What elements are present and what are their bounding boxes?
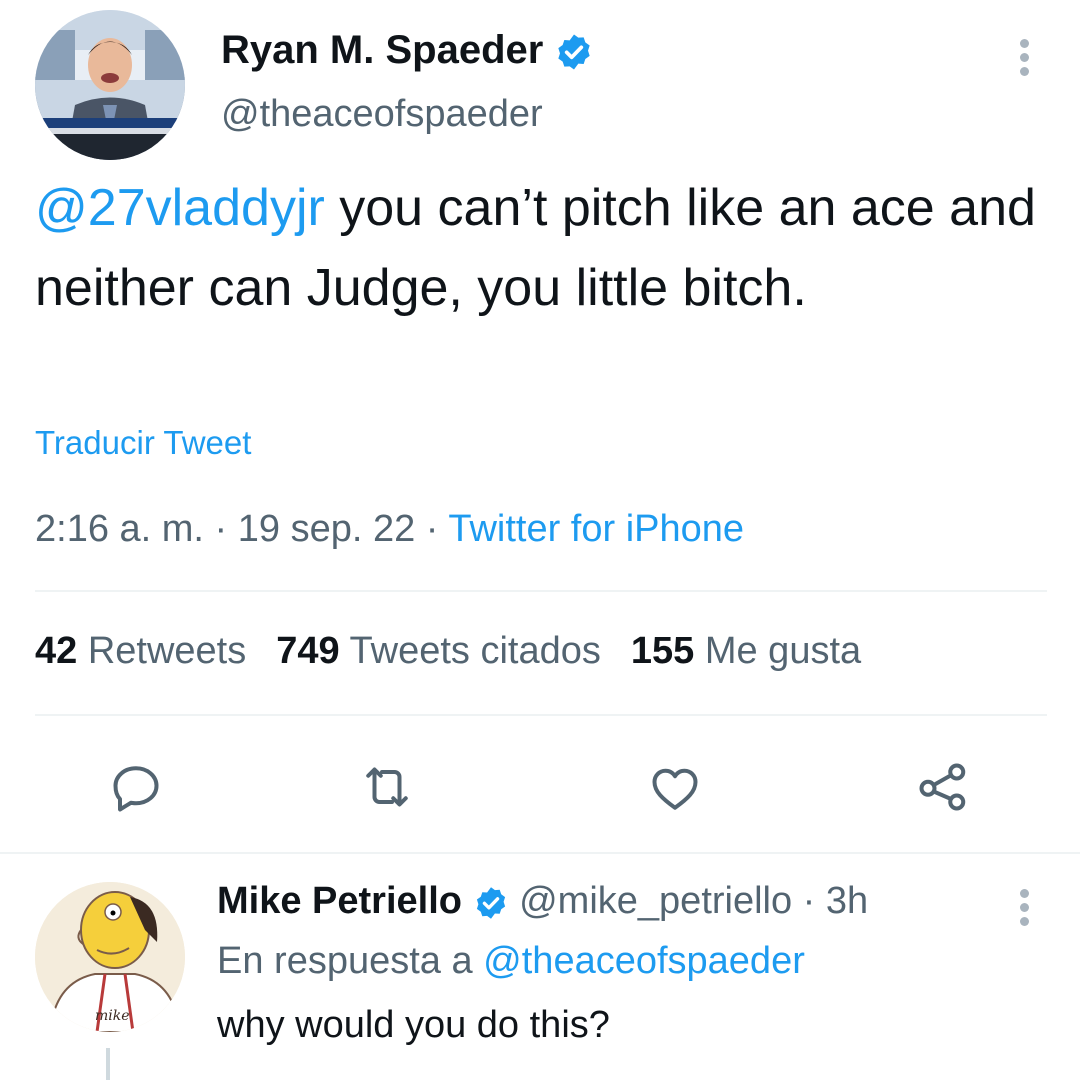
section-divider (0, 852, 1080, 854)
avatar-cartoon: mike (35, 882, 185, 1032)
reply-author-avatar[interactable]: mike (35, 882, 185, 1032)
retweets-stat[interactable]: 42 Retweets (35, 630, 246, 672)
author-name[interactable]: Ryan M. Spaeder (221, 28, 543, 72)
reply-icon (113, 766, 159, 812)
share-icon (919, 763, 966, 811)
thread-line (106, 1048, 110, 1080)
retweet-button[interactable] (357, 757, 417, 817)
tweet-stats: 42 Retweets 749 Tweets citados 155 Me gust… (35, 630, 861, 673)
tweet-source-link[interactable]: Twitter for iPhone (448, 508, 744, 550)
replying-to: En respuesta a @theaceofspaeder (217, 940, 805, 982)
quote-tweets-stat[interactable]: 749 Tweets citados (276, 630, 601, 672)
divider (35, 714, 1047, 716)
avatar-photo (35, 10, 185, 160)
author-name-row[interactable]: Ryan M. Spaeder (221, 28, 594, 73)
retweet-icon (366, 767, 408, 807)
tweet-meta: 2:16 a. m. · 19 sep. 22 · Twitter for iP… (35, 508, 745, 550)
avatar-signature: mike (95, 1008, 130, 1024)
verified-badge-icon (476, 887, 505, 919)
tweet-body: @27vladdyjr you can’t pitch like an ace … (35, 168, 1045, 328)
divider (35, 590, 1047, 592)
reply-text: why would you do this? (217, 1004, 610, 1046)
tweet-time[interactable]: 2:16 a. m. (35, 508, 204, 550)
reply-button[interactable] (106, 757, 166, 817)
reply-time[interactable]: 3h (826, 880, 868, 922)
author-handle[interactable]: @theaceofspaeder (221, 93, 543, 136)
reply-author-handle[interactable]: @mike_petriello (519, 880, 792, 922)
reply-author-name[interactable]: Mike Petriello (217, 880, 462, 922)
mention-link[interactable]: @27vladdyjr (35, 179, 325, 237)
like-button[interactable] (645, 757, 705, 817)
like-icon (652, 768, 698, 810)
author-avatar[interactable] (35, 10, 185, 160)
tweet-date[interactable]: 19 sep. 22 (238, 508, 415, 550)
replying-to-handle-link[interactable]: @theaceofspaeder (483, 940, 805, 982)
likes-stat[interactable]: 155 Me gusta (631, 630, 861, 672)
reply-header: Mike Petriello @mike_petriello · 3h (217, 880, 869, 922)
reply-more-options-icon[interactable] (1009, 884, 1039, 931)
translate-tweet-link[interactable]: Traducir Tweet (35, 424, 251, 462)
more-options-icon[interactable] (1009, 34, 1039, 81)
verified-badge-icon (558, 34, 591, 70)
share-button[interactable] (913, 757, 973, 817)
